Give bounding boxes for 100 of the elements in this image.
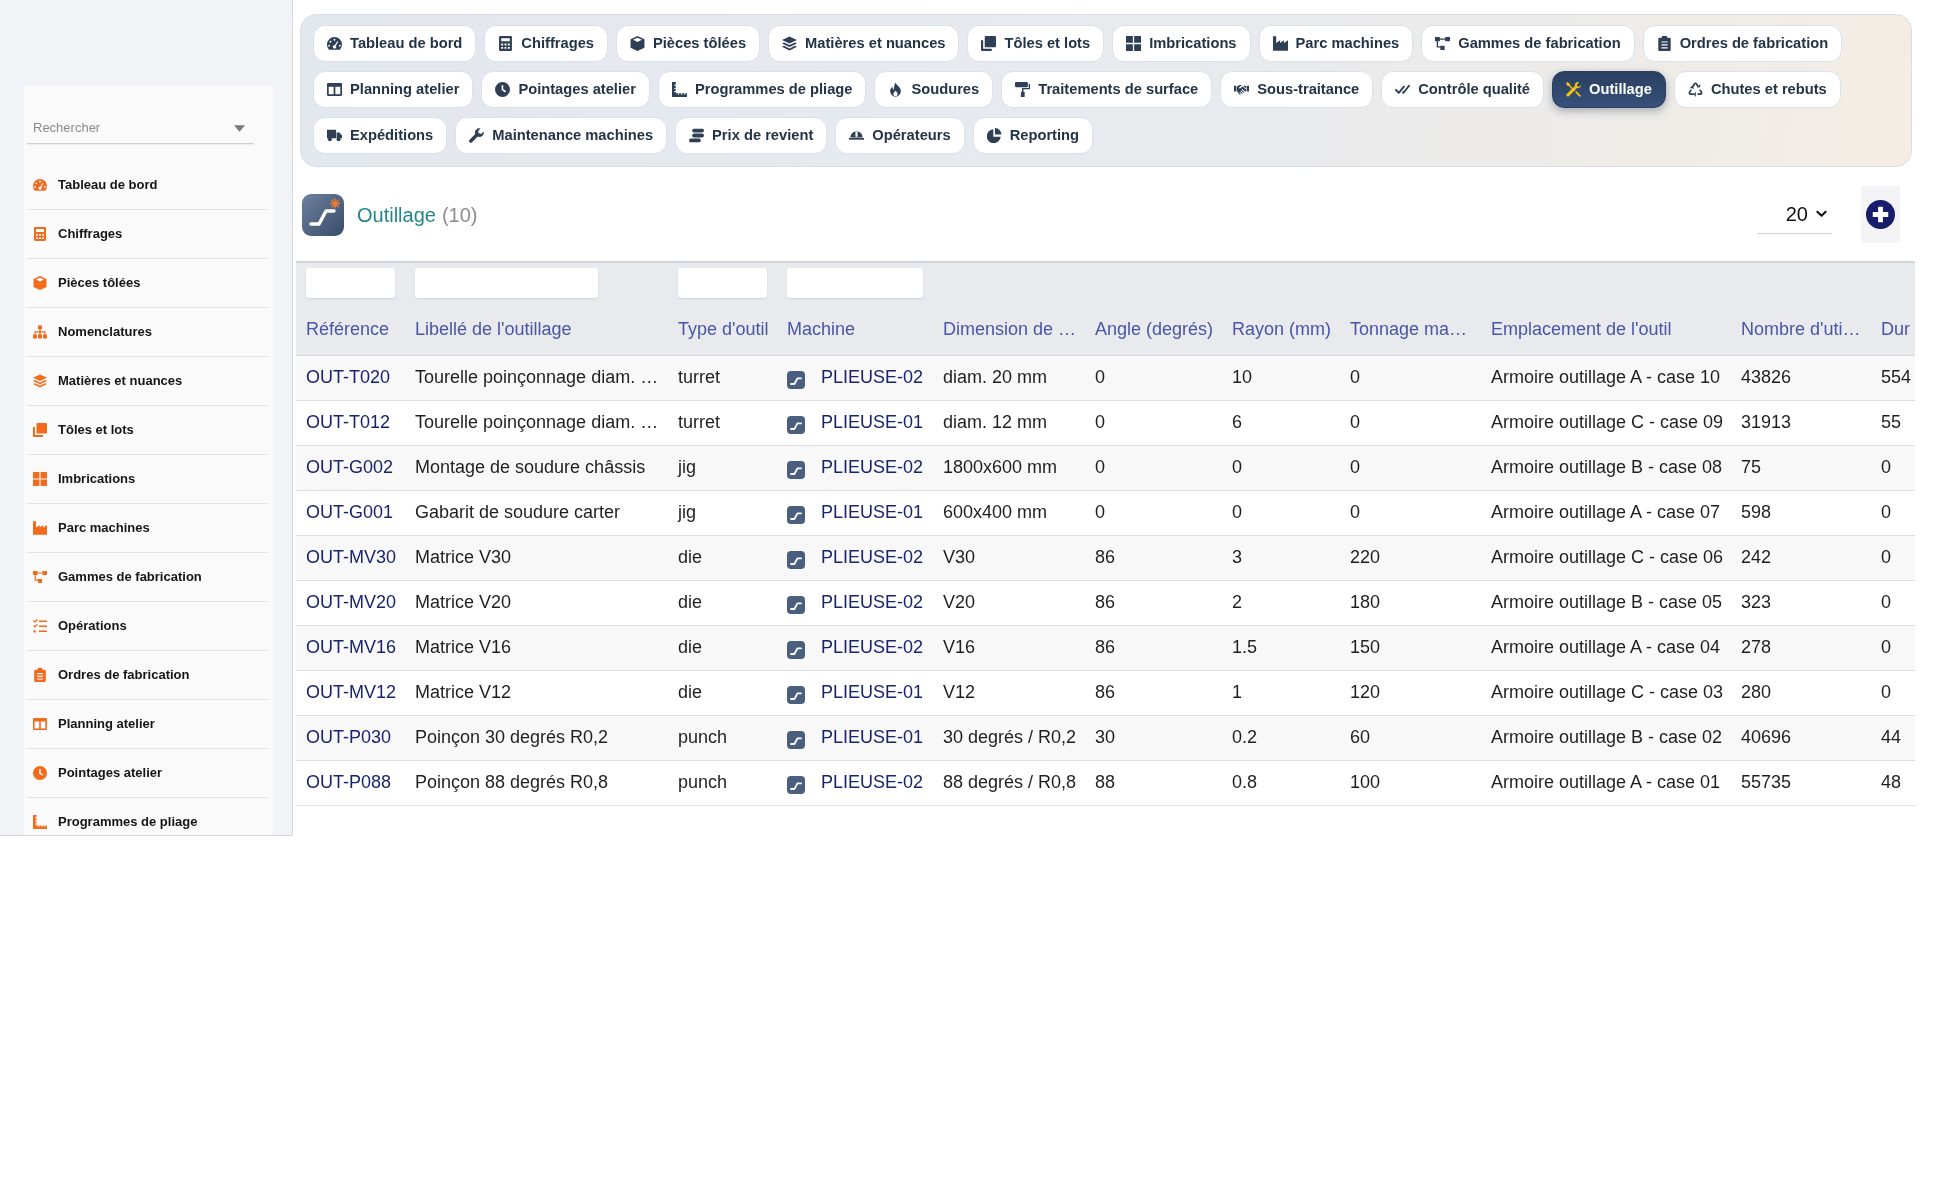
nav-tab[interactable]: Soudures (874, 71, 994, 108)
column-header[interactable]: Nombre d'uti… (1731, 305, 1871, 355)
column-header[interactable]: Angle (degrés) (1085, 305, 1222, 355)
grid-icon (1126, 36, 1142, 51)
column-header[interactable]: Dur (1871, 305, 1915, 355)
machine-link[interactable]: PLIEUSE-02 (821, 454, 924, 481)
recycle-icon (1687, 82, 1703, 97)
column-header[interactable]: Machine (777, 305, 933, 355)
nav-tab[interactable]: Pointages atelier (481, 71, 650, 108)
sidebar-item[interactable]: Programmes de pliage (27, 798, 268, 835)
nav-tab[interactable]: Prix de revient (675, 117, 828, 154)
table-cell: 280 (1731, 670, 1871, 715)
table-cell: 0 (1085, 355, 1222, 400)
nav-tab[interactable]: Matières et nuances (768, 25, 960, 62)
reference-link[interactable]: OUT-P088 (306, 772, 392, 792)
nav-tab[interactable]: Expéditions (313, 117, 448, 154)
table-cell: die (668, 670, 777, 715)
table-cell: V16 (933, 625, 1085, 670)
nav-tab[interactable]: Opérateurs (835, 117, 965, 154)
search-field[interactable]: Rechercher (27, 112, 254, 144)
column-header[interactable]: Tonnage ma… (1340, 305, 1481, 355)
column-header[interactable]: Emplacement de l'outil (1481, 305, 1731, 355)
machine-link[interactable]: PLIEUSE-02 (821, 769, 924, 796)
sidebar-item[interactable]: Tableau de bord (27, 161, 268, 210)
sidebar-item[interactable]: Parc machines (27, 504, 268, 553)
factory-icon (1272, 36, 1288, 51)
column-header[interactable]: Type d'outil (668, 305, 777, 355)
nav-tab[interactable]: Gammes de fabrication (1421, 25, 1635, 62)
table-cell: 1800x600 mm (933, 445, 1085, 490)
nav-tab[interactable]: Programmes de pliage (657, 71, 867, 108)
machine-link[interactable]: PLIEUSE-02 (821, 364, 924, 391)
sidebar-item[interactable]: Matières et nuances (27, 357, 268, 406)
column-header[interactable]: Rayon (mm) (1222, 305, 1340, 355)
step-tile-icon (787, 506, 805, 524)
table-cell: 0 (1085, 445, 1222, 490)
table-cell: 0 (1222, 490, 1340, 535)
nav-tab[interactable]: Tableau de bord (313, 25, 477, 62)
table-cell: Tourelle poinçonnage diam. … (405, 400, 668, 445)
reference-link[interactable]: OUT-P030 (306, 727, 392, 747)
reference-link[interactable]: OUT-MV20 (306, 592, 397, 612)
reference-link[interactable]: OUT-T020 (306, 367, 391, 387)
sidebar-item[interactable]: Imbrications (27, 455, 268, 504)
table-cell: 3 (1222, 535, 1340, 580)
nav-tab[interactable]: Chiffrages (484, 25, 608, 62)
step-tile-icon (302, 193, 344, 236)
page-size-select[interactable]: 20 (1757, 195, 1832, 234)
sidebar-item[interactable]: Opérations (27, 602, 268, 651)
machine-link[interactable]: PLIEUSE-02 (821, 589, 924, 616)
reference-link[interactable]: OUT-T012 (306, 412, 391, 432)
machine-link[interactable]: PLIEUSE-01 (821, 679, 924, 706)
filter-input[interactable] (678, 268, 767, 298)
sidebar-item[interactable]: Pointages atelier (27, 749, 268, 798)
step-tile-icon (787, 731, 805, 749)
sidebar-item[interactable]: Pièces tôlées (27, 259, 268, 308)
sidebar-item[interactable]: Gammes de fabrication (27, 553, 268, 602)
nav-tab[interactable]: Planning atelier (313, 71, 474, 108)
filter-input[interactable] (306, 268, 395, 298)
step-tile-icon (787, 641, 805, 659)
table-cell: 0 (1871, 670, 1915, 715)
reference-link[interactable]: OUT-MV12 (306, 682, 397, 702)
filter-input[interactable] (415, 268, 598, 298)
column-header[interactable]: Dimension de … (933, 305, 1085, 355)
sidebar-item[interactable]: Nomenclatures (27, 308, 268, 357)
table-cell: Poinçon 30 degrés R0,2 (405, 715, 668, 760)
column-header[interactable]: Libellé de l'outillage (405, 305, 668, 355)
nav-tab[interactable]: Reporting (972, 117, 1094, 154)
reference-link[interactable]: OUT-MV16 (306, 637, 397, 657)
table-cell: 2 (1222, 580, 1340, 625)
table-cell: Armoire outillage C - case 06 (1481, 535, 1731, 580)
table-cell: Armoire outillage A - case 04 (1481, 625, 1731, 670)
table-cell: 600x400 mm (933, 490, 1085, 535)
nav-tab[interactable]: Outillage (1552, 71, 1666, 108)
filter-input[interactable] (787, 268, 923, 298)
nav-tab[interactable]: Ordres de fabrication (1642, 25, 1843, 62)
machine-link[interactable]: PLIEUSE-01 (821, 499, 924, 526)
reference-link[interactable]: OUT-MV30 (306, 547, 397, 567)
sidebar-item[interactable]: Ordres de fabrication (27, 651, 268, 700)
nav-tab[interactable]: Pièces tôlées (616, 25, 761, 62)
nav-tab[interactable]: Imbrications (1112, 25, 1251, 62)
machine-link[interactable]: PLIEUSE-01 (821, 724, 924, 751)
machine-link[interactable]: PLIEUSE-02 (821, 544, 924, 571)
sidebar-item[interactable]: Planning atelier (27, 700, 268, 749)
reference-link[interactable]: OUT-G001 (306, 502, 394, 522)
table-cell: 0 (1871, 535, 1915, 580)
table-cell: 55735 (1731, 760, 1871, 805)
nav-tab[interactable]: Maintenance machines (455, 117, 668, 154)
nav-tab[interactable]: Chutes et rebuts (1673, 71, 1841, 108)
nav-tab[interactable]: Sous-traitance (1220, 71, 1374, 108)
nav-tab[interactable]: Parc machines (1258, 25, 1414, 62)
sidebar-item[interactable]: Chiffrages (27, 210, 268, 259)
table-cell: 598 (1731, 490, 1871, 535)
sidebar-item[interactable]: Tôles et lots (27, 406, 268, 455)
nav-tab[interactable]: Traitements de surface (1001, 71, 1213, 108)
machine-link[interactable]: PLIEUSE-02 (821, 634, 924, 661)
machine-link[interactable]: PLIEUSE-01 (821, 409, 924, 436)
nav-tab[interactable]: Contrôle qualité (1381, 71, 1545, 108)
reference-link[interactable]: OUT-G002 (306, 457, 394, 477)
add-button[interactable] (1861, 186, 1900, 243)
nav-tab[interactable]: Tôles et lots (967, 25, 1105, 62)
column-header[interactable]: Référence (296, 305, 405, 355)
